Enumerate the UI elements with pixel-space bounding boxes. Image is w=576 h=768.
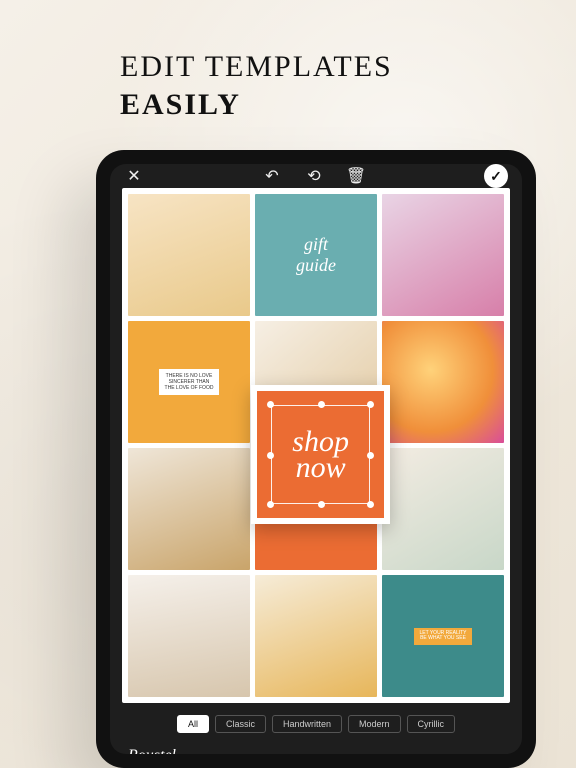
grid-tile-quote[interactable]: THERE IS NO LOVE SINCERER THAN THE LOVE …	[128, 321, 250, 443]
grid-tile-gift-guide[interactable]: gift guide	[255, 194, 377, 316]
filter-all[interactable]: All	[177, 715, 209, 733]
grid-tile[interactable]	[128, 575, 250, 697]
font-list: Roustel Raleway-ExtraBold RUBIKMONOONE-R…	[110, 741, 522, 754]
grid-tile[interactable]	[382, 448, 504, 570]
filter-cyrillic[interactable]: Cyrillic	[407, 715, 456, 733]
tablet-frame: ✕ ↶ ⟲ 🗑 ✓ gift guide THERE IS NO LOVE SI…	[96, 150, 536, 768]
template-canvas[interactable]: gift guide THERE IS NO LOVE SINCERER THA…	[122, 188, 510, 703]
headline-line-1: EDIT TEMPLATES	[120, 48, 393, 86]
selected-element[interactable]: shop now	[251, 385, 391, 525]
grid-tile[interactable]	[382, 194, 504, 316]
resize-handle[interactable]	[367, 452, 374, 459]
resize-handle[interactable]	[367, 401, 374, 408]
undo-icon[interactable]: ↶	[262, 166, 282, 186]
app-screen: ✕ ↶ ⟲ 🗑 ✓ gift guide THERE IS NO LOVE SI…	[110, 164, 522, 754]
confirm-button[interactable]: ✓	[484, 164, 508, 188]
resize-handle[interactable]	[267, 452, 274, 459]
promo-headline: EDIT TEMPLATES EASILY	[120, 48, 393, 123]
swap-icon[interactable]: ⟲	[304, 166, 324, 186]
font-category-tabs: All Classic Handwritten Modern Cyrillic	[110, 715, 522, 733]
grid-tile[interactable]	[128, 194, 250, 316]
resize-handle[interactable]	[318, 401, 325, 408]
filter-classic[interactable]: Classic	[215, 715, 266, 733]
resize-handle[interactable]	[318, 501, 325, 508]
resize-handle[interactable]	[267, 401, 274, 408]
grid-tile[interactable]	[255, 575, 377, 697]
editor-topbar: ✕ ↶ ⟲ 🗑 ✓	[110, 164, 522, 188]
font-option[interactable]: Roustel	[128, 741, 504, 754]
filter-modern[interactable]: Modern	[348, 715, 401, 733]
resize-handle[interactable]	[367, 501, 374, 508]
headline-line-2: EASILY	[120, 86, 393, 124]
grid-tile[interactable]	[128, 448, 250, 570]
resize-handle[interactable]	[267, 501, 274, 508]
font-name: Roustel	[128, 747, 176, 754]
selection-bounding-box	[271, 405, 371, 505]
close-icon[interactable]: ✕	[124, 166, 144, 186]
trash-icon[interactable]: 🗑	[346, 166, 366, 186]
filter-handwritten[interactable]: Handwritten	[272, 715, 342, 733]
grid-tile-quote2[interactable]: LET YOUR REALITY BE WHAT YOU SEE	[382, 575, 504, 697]
grid-tile[interactable]	[382, 321, 504, 443]
